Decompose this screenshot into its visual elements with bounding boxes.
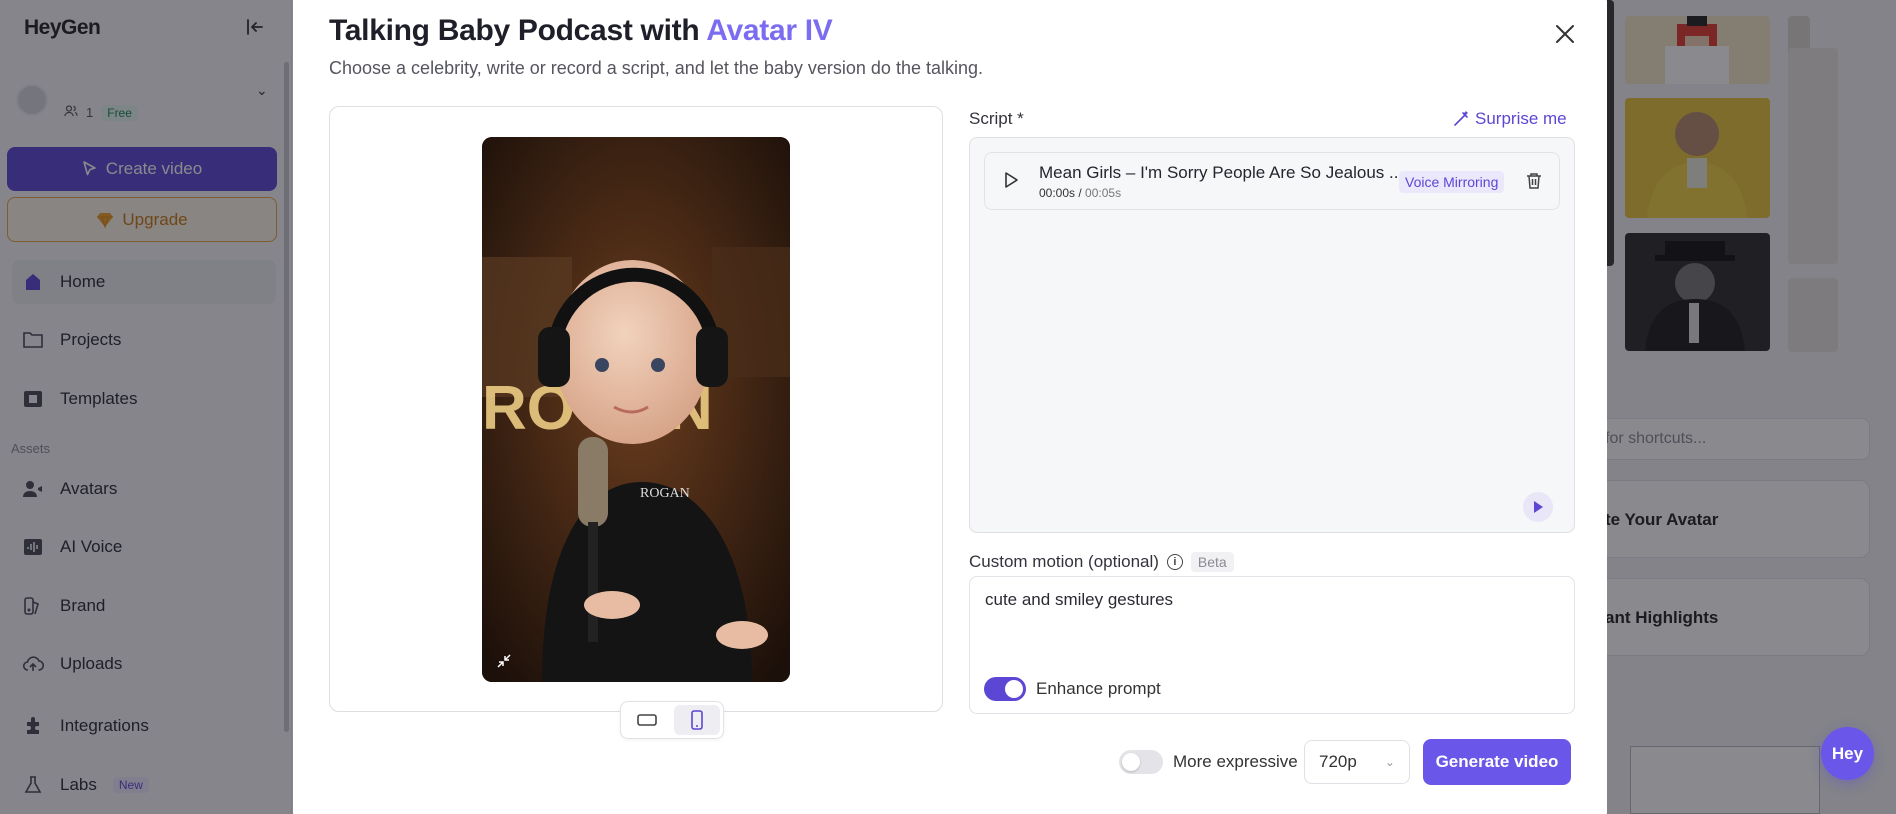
custom-motion-label: Custom motion (optional) i Beta	[969, 552, 1234, 572]
orientation-toggle	[620, 701, 724, 739]
close-icon	[1556, 25, 1574, 43]
close-button[interactable]	[1551, 20, 1579, 48]
preview-play-button[interactable]	[1523, 492, 1553, 522]
audio-time: 00:00s / 00:05s	[1039, 186, 1122, 200]
more-expressive-switch[interactable]	[1119, 750, 1163, 774]
hey-assistant-button[interactable]: Hey	[1821, 727, 1874, 780]
quality-select[interactable]: 720p ⌄	[1304, 740, 1410, 784]
custom-motion-value[interactable]: cute and smiley gestures	[985, 590, 1173, 610]
chevron-down-icon: ⌄	[1384, 755, 1395, 769]
portrait-icon	[691, 710, 703, 730]
play-icon	[1534, 501, 1543, 513]
quality-value: 720p	[1319, 752, 1357, 771]
modal-title: Talking Baby Podcast with Avatar IV	[329, 14, 833, 48]
audio-current-time: 00:00s	[1039, 186, 1076, 200]
audio-duration: 00:05s	[1085, 186, 1122, 200]
portrait-button[interactable]	[674, 705, 720, 735]
custom-motion-input[interactable]: cute and smiley gestures Enhance prompt	[969, 576, 1575, 714]
audio-title: Mean Girls – I'm Sorry People Are So Jea…	[1039, 163, 1404, 182]
script-panel[interactable]: Mean Girls – I'm Sorry People Are So Jea…	[969, 137, 1575, 533]
talking-baby-modal: Talking Baby Podcast with Avatar IV Choo…	[293, 0, 1607, 814]
svg-text:ROGAN: ROGAN	[640, 486, 690, 501]
generate-video-button[interactable]: Generate video	[1423, 739, 1571, 785]
landscape-button[interactable]	[624, 705, 670, 735]
audio-clip[interactable]: Mean Girls – I'm Sorry People Are So Jea…	[984, 152, 1560, 210]
more-expressive-label: More expressive	[1173, 752, 1298, 771]
avatar-preview-panel: ROGAN ROGAN	[329, 106, 943, 739]
modal-title-prefix: Talking Baby Podcast with	[329, 14, 700, 47]
surprise-me-button[interactable]: Surprise me	[1453, 109, 1567, 129]
modal-title-accent: Avatar IV	[706, 14, 833, 47]
landscape-icon	[637, 714, 657, 726]
minimize-icon[interactable]	[492, 649, 516, 673]
enhance-prompt-label: Enhance prompt	[1036, 679, 1161, 698]
info-icon[interactable]: i	[1166, 554, 1183, 570]
beta-badge: Beta	[1190, 552, 1234, 572]
play-icon[interactable]	[1003, 171, 1023, 191]
baby-podcast-image: ROGAN ROGAN	[482, 137, 790, 682]
custom-motion-label-text: Custom motion (optional)	[969, 552, 1159, 571]
surprise-me-label: Surprise me	[1475, 109, 1567, 128]
voice-mirroring-badge: Voice Mirroring	[1399, 171, 1505, 193]
modal-subtitle: Choose a celebrity, write or record a sc…	[329, 58, 984, 78]
enhance-prompt-toggle-row: Enhance prompt	[984, 677, 1161, 701]
enhance-prompt-switch[interactable]	[984, 677, 1026, 701]
trash-icon[interactable]	[1522, 169, 1546, 193]
magic-wand-icon	[1454, 111, 1468, 126]
script-label: Script *	[969, 109, 1024, 128]
more-expressive-toggle-row: More expressive	[1119, 750, 1298, 774]
